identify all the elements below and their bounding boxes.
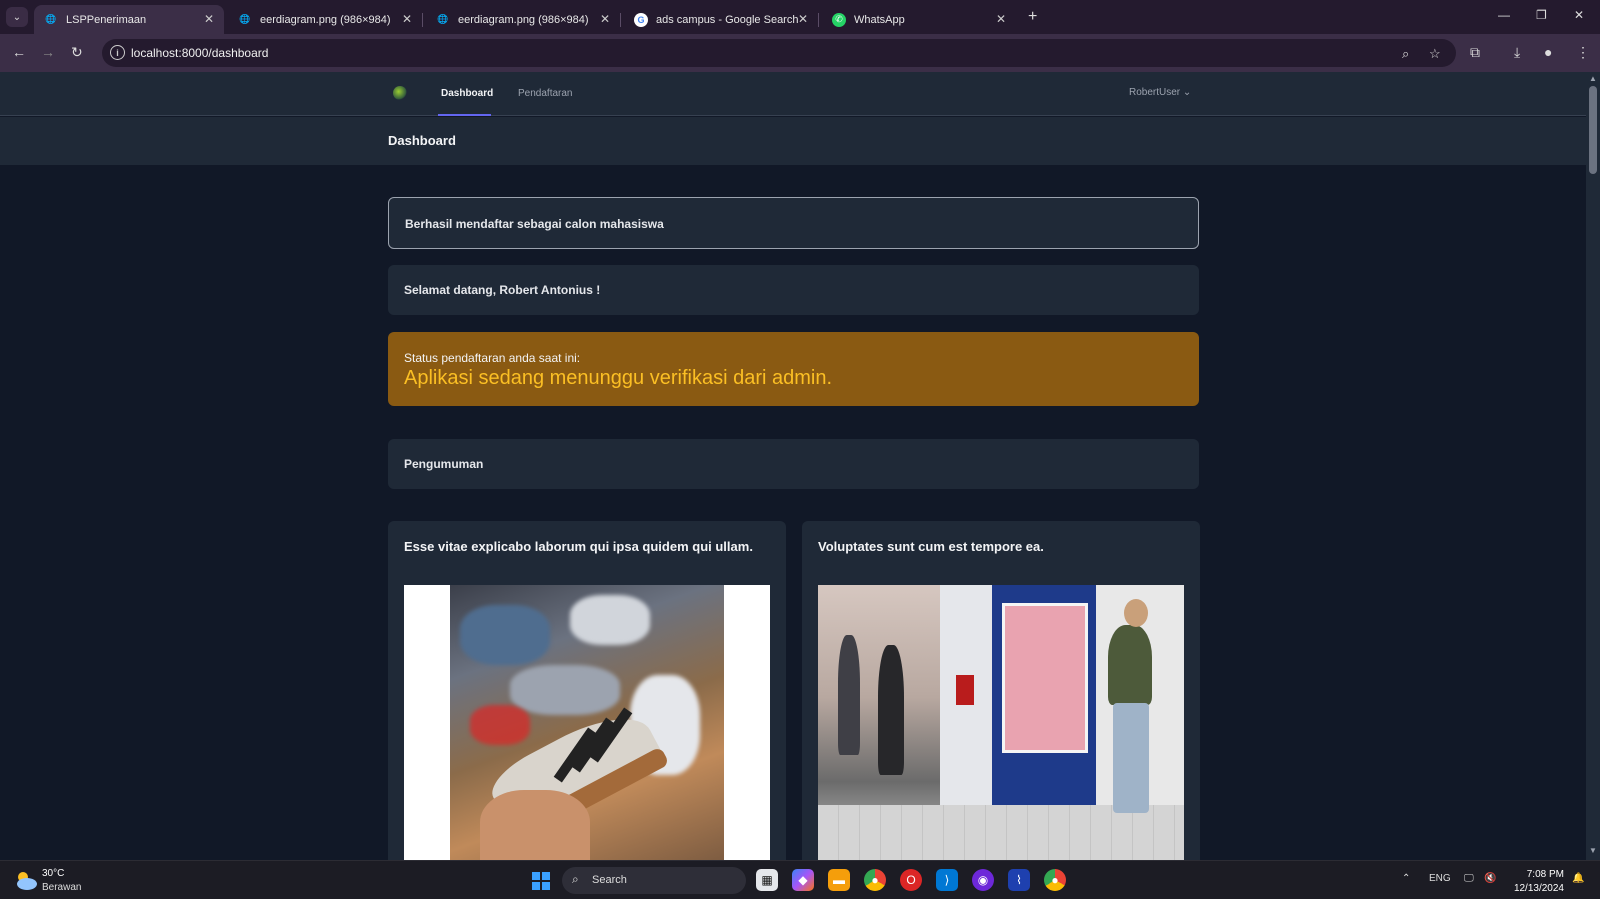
site-favicon-icon: 🌐 — [239, 14, 251, 24]
windows-start-icon[interactable] — [532, 872, 550, 890]
new-tab-icon[interactable]: + — [1028, 8, 1037, 26]
active-nav-indicator — [438, 114, 491, 116]
url-text[interactable]: localhost:8000/dashboard — [131, 46, 268, 60]
network-icon[interactable]: 🖵 — [1464, 873, 1474, 884]
close-tab-icon[interactable]: ✕ — [402, 12, 412, 26]
chrome-icon[interactable]: ● — [864, 869, 886, 891]
reload-icon[interactable]: ↻ — [71, 44, 83, 61]
minimize-icon[interactable]: — — [1498, 8, 1510, 22]
welcome-card: Selamat datang, Robert Antonius ! — [388, 265, 1199, 315]
success-message: Berhasil mendaftar sebagai calon mahasis… — [405, 217, 664, 231]
zoom-icon[interactable]: ⌕ — [1402, 46, 1409, 62]
volume-muted-icon[interactable]: 🔇 — [1484, 873, 1496, 884]
post-title: Esse vitae explicabo laborum qui ipsa qu… — [404, 539, 753, 554]
browser-tab-whatsapp[interactable]: ✆ WhatsApp ✕ — [822, 5, 1016, 34]
page-title: Dashboard — [388, 133, 456, 148]
nav-link-dashboard[interactable]: Dashboard — [441, 88, 493, 99]
app-navbar: Dashboard Pendaftaran RobertUser ⌄ — [0, 72, 1586, 116]
close-tab-icon[interactable]: ✕ — [204, 12, 214, 26]
search-icon: ⌕ — [572, 872, 579, 886]
post-title: Voluptates sunt cum est tempore ea. — [818, 539, 1044, 554]
vscode-icon[interactable]: ⟩ — [936, 869, 958, 891]
browser-toolbar: ← → ↻ i localhost:8000/dashboard ⌕ ☆ ⧉ ⤓… — [0, 34, 1600, 72]
whatsapp-icon: ✆ — [832, 12, 846, 27]
registration-status-card: Status pendaftaran anda saat ini: Aplika… — [388, 332, 1199, 406]
welcome-message: Selamat datang, Robert Antonius ! — [404, 283, 601, 297]
windows-taskbar: 30°C Berawan ⌕ Search ▦ ◆ ▬ ● O ⟩ ◉ ⌇ ● … — [0, 860, 1600, 899]
tab-title: ads campus - Google Search — [656, 13, 799, 26]
back-icon[interactable]: ← — [12, 44, 26, 60]
page-viewport: Dashboard Pendaftaran RobertUser ⌄ Dashb… — [0, 72, 1586, 860]
database-tool-icon[interactable]: ⌇ — [1008, 869, 1030, 891]
browser-tab-eerdiagram-1[interactable]: 🌐 eerdiagram.png (986×984) ✕ — [228, 5, 423, 34]
user-dropdown[interactable]: RobertUser ⌄ — [1129, 87, 1191, 98]
scroll-thumb[interactable] — [1589, 86, 1597, 174]
status-message: Aplikasi sedang menunggu verifikasi dari… — [404, 367, 833, 389]
announcement-post[interactable]: Voluptates sunt cum est tempore ea. — [802, 521, 1200, 860]
announcement-header-card: Pengumuman — [388, 439, 1199, 489]
file-explorer-icon[interactable]: ▬ — [828, 869, 850, 891]
browser-tab-google-search[interactable]: G ads campus - Google Search ✕ — [624, 5, 819, 34]
post-image-shoe — [404, 585, 770, 860]
scroll-up-icon[interactable]: ▲ — [1589, 74, 1597, 83]
weather-description[interactable]: Berawan — [42, 882, 81, 893]
browser-tab-bar: ⌄ 🌐 LSPPenerimaan ✕ 🌐 eerdiagram.png (98… — [0, 0, 1600, 34]
address-bar[interactable]: i localhost:8000/dashboard ⌕ ☆ — [102, 39, 1456, 67]
announcement-post[interactable]: Esse vitae explicabo laborum qui ipsa qu… — [388, 521, 786, 860]
weather-cloud-icon[interactable] — [14, 869, 38, 891]
site-favicon-icon: 🌐 — [45, 14, 57, 24]
announcement-heading: Pengumuman — [404, 457, 484, 471]
browser-tab-lsppenerimaan[interactable]: 🌐 LSPPenerimaan ✕ — [34, 5, 224, 34]
notification-bell-icon[interactable]: 🔔 — [1572, 873, 1584, 884]
page-header: Dashboard — [0, 117, 1586, 165]
status-label: Status pendaftaran anda saat ini: — [404, 351, 581, 365]
close-tab-icon[interactable]: ✕ — [798, 12, 808, 26]
tab-title: eerdiagram.png (986×984) — [260, 13, 391, 26]
nav-link-pendaftaran[interactable]: Pendaftaran — [518, 88, 573, 99]
taskbar-search-label: Search — [592, 874, 627, 886]
tray-overflow-icon[interactable]: ⌃ — [1402, 873, 1410, 884]
user-name: RobertUser — [1129, 87, 1181, 98]
copilot-icon[interactable]: ◆ — [792, 869, 814, 891]
menu-kebab-icon[interactable]: ⋮ — [1576, 44, 1590, 61]
tab-title: eerdiagram.png (986×984) — [458, 13, 589, 26]
download-icon[interactable]: ⤓ — [1514, 44, 1520, 61]
chevron-down-icon: ⌄ — [1182, 87, 1192, 98]
tab-title: LSPPenerimaan — [66, 13, 147, 26]
site-info-icon[interactable]: i — [110, 45, 125, 60]
app-logo[interactable] — [393, 86, 407, 100]
profile-icon[interactable]: ● — [1544, 44, 1552, 60]
opera-icon[interactable]: O — [900, 869, 922, 891]
google-icon: G — [634, 12, 648, 27]
restore-icon[interactable]: ❐ — [1536, 8, 1547, 22]
forward-icon[interactable]: → — [41, 44, 55, 60]
tab-title: WhatsApp — [854, 13, 905, 26]
weather-temperature[interactable]: 30°C — [42, 868, 64, 879]
chrome-active-icon[interactable]: ● — [1044, 869, 1066, 891]
close-tab-icon[interactable]: ✕ — [996, 12, 1006, 26]
language-indicator[interactable]: ENG — [1429, 873, 1451, 884]
browser-tab-eerdiagram-2[interactable]: 🌐 eerdiagram.png (986×984) ✕ — [426, 5, 621, 34]
site-favicon-icon: 🌐 — [437, 14, 449, 24]
extensions-icon[interactable]: ⧉ — [1470, 44, 1480, 61]
close-window-icon[interactable]: ✕ — [1574, 8, 1584, 22]
clock-time[interactable]: 7:08 PM — [1512, 869, 1564, 880]
success-alert: Berhasil mendaftar sebagai calon mahasis… — [388, 197, 1199, 249]
close-tab-icon[interactable]: ✕ — [600, 12, 610, 26]
taskbar-search[interactable]: ⌕ Search — [562, 867, 746, 894]
clock-date[interactable]: 12/13/2024 — [1512, 883, 1564, 894]
page-scrollbar[interactable]: ▲ ▼ — [1586, 72, 1600, 860]
post-image-hallway — [818, 585, 1184, 860]
scroll-down-icon[interactable]: ▼ — [1589, 846, 1597, 855]
github-desktop-icon[interactable]: ◉ — [972, 869, 994, 891]
task-view-icon[interactable]: ▦ — [756, 869, 778, 891]
tab-list-button[interactable]: ⌄ — [6, 7, 28, 27]
bookmark-star-icon[interactable]: ☆ — [1429, 46, 1441, 62]
